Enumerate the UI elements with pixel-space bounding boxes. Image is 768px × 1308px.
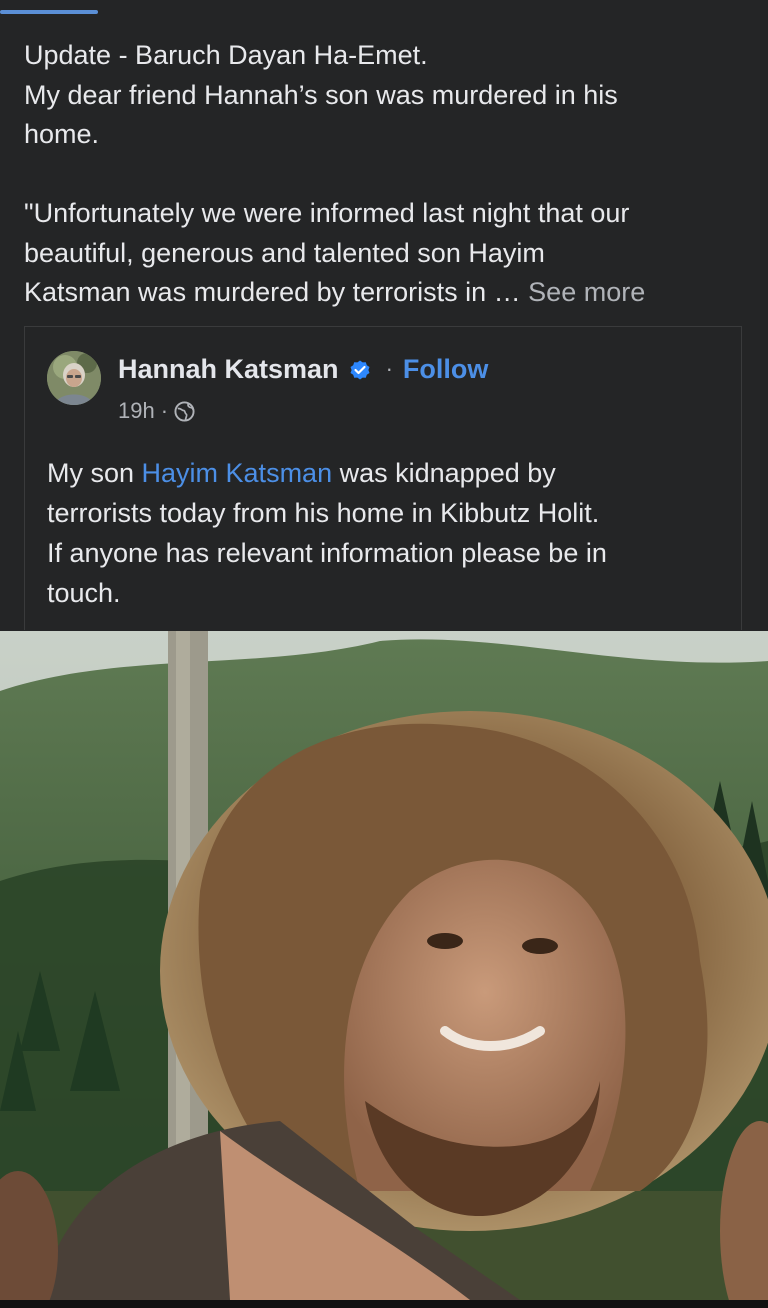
post-line: My dear friend Hannah’s son was murdered…: [24, 79, 618, 110]
post-line: beautiful, generous and talented son Hay…: [24, 237, 545, 268]
globe-icon[interactable]: [174, 400, 195, 422]
text-segment: was kidnapped by: [332, 458, 556, 488]
avatar[interactable]: [47, 351, 101, 405]
post-body: Update - Baruch Dayan Ha-Emet. My dear f…: [24, 36, 744, 313]
meta-separator: ·: [160, 398, 169, 423]
shared-post-card[interactable]: Hannah Katsman · Follow 19h · My son Hay…: [24, 326, 742, 630]
post-line-last: Katsman was murdered by terrorists in … …: [24, 273, 744, 313]
post-line: home.: [24, 119, 100, 149]
scroll-indicator: [0, 10, 98, 14]
author-row: Hannah Katsman · Follow: [118, 353, 488, 385]
avatar-image: [47, 351, 101, 405]
see-more-link[interactable]: See more: [528, 277, 645, 307]
bottom-edge: [0, 1300, 768, 1308]
author-name[interactable]: Hannah Katsman: [118, 353, 339, 385]
shared-post-text: My son Hayim Katsman was kidnapped by te…: [47, 453, 727, 613]
post-line: "Unfortunately we were informed last nig…: [24, 198, 630, 228]
text-segment: My son: [47, 458, 142, 488]
shared-text-line: touch.: [47, 578, 121, 608]
mention-link[interactable]: Hayim Katsman: [142, 458, 333, 488]
post-timestamp[interactable]: 19h: [118, 397, 155, 425]
shared-text-line: My son Hayim Katsman was kidnapped by: [47, 453, 727, 493]
post-line-text: Katsman was murdered by terrorists in …: [24, 277, 529, 307]
post-photo[interactable]: [0, 631, 768, 1300]
photo-image: [0, 631, 768, 1300]
separator-dot: ·: [385, 356, 393, 381]
shared-text-line: If anyone has relevant information pleas…: [47, 538, 607, 568]
post-line: Update - Baruch Dayan Ha-Emet.: [24, 40, 428, 70]
follow-button[interactable]: Follow: [403, 353, 488, 385]
post-meta: 19h ·: [118, 397, 195, 425]
verified-badge-icon: [348, 357, 372, 381]
shared-text-line: terrorists today from his home in Kibbut…: [47, 498, 600, 528]
